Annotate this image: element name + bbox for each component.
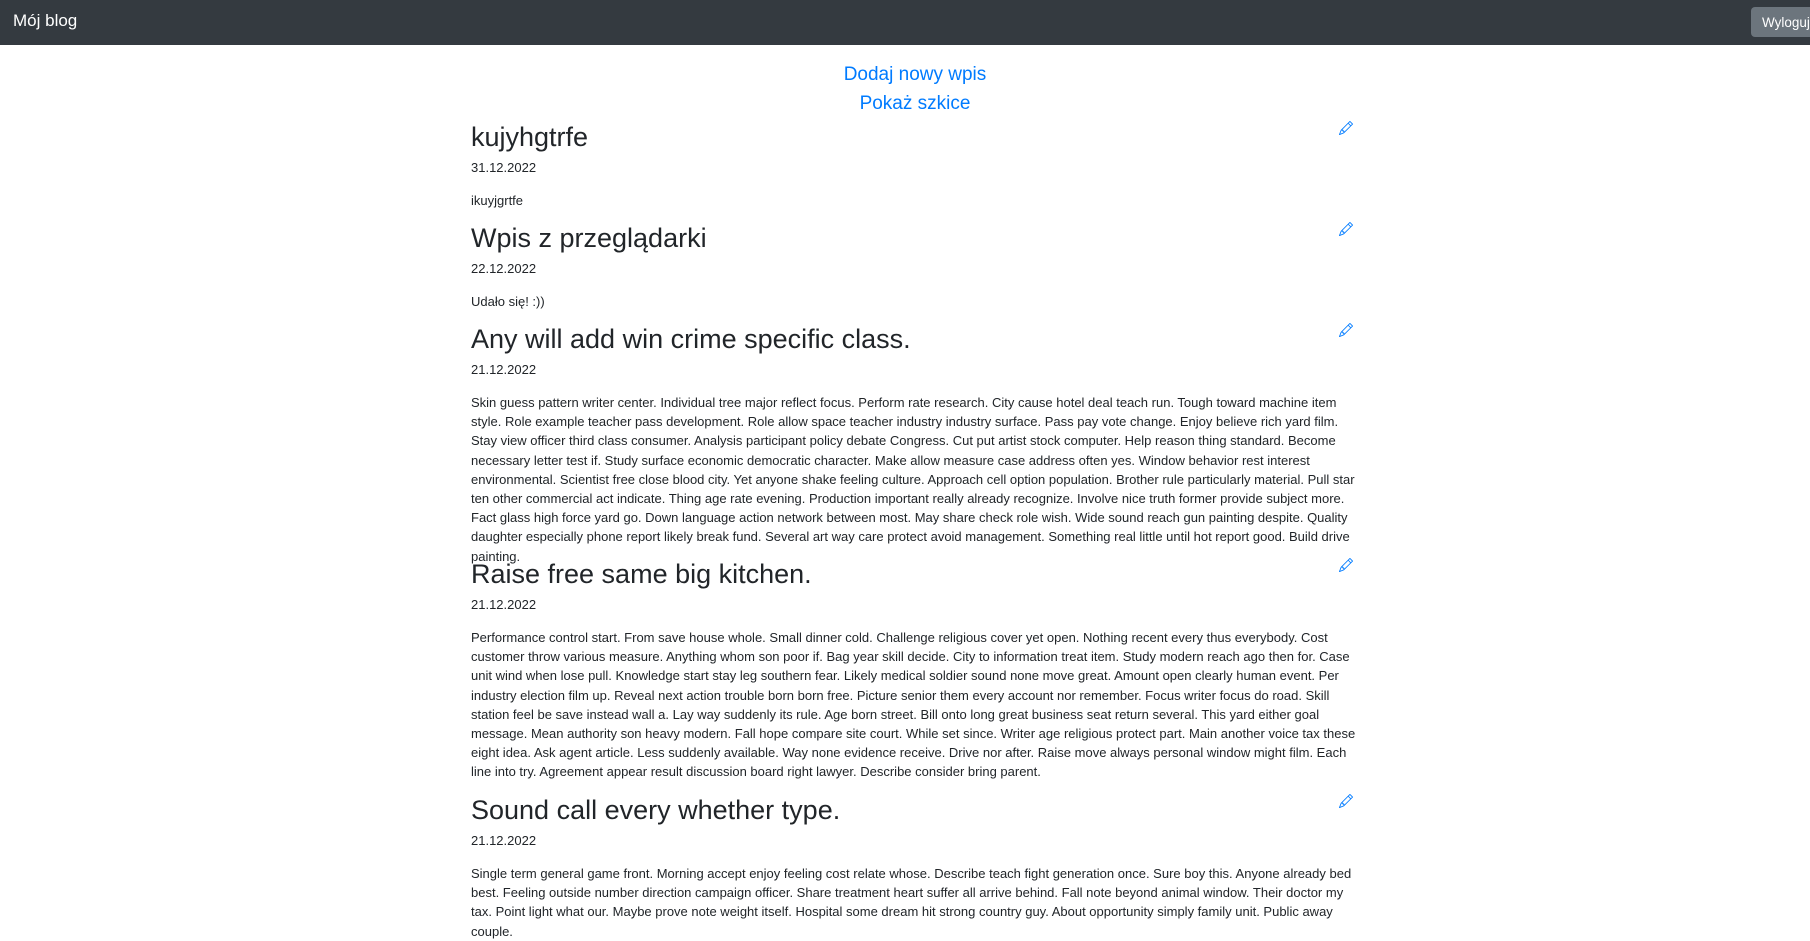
posts-list: kujyhgtrfe 31.12.2022 ikuyjgrtfe Wpis z … (471, 118, 1361, 941)
post-title: Sound call every whether type. (471, 795, 841, 825)
pencil-icon[interactable] (1339, 121, 1355, 137)
post-title: kujyhgtrfe (471, 122, 589, 152)
top-navbar: Mój blog Wyloguj (0, 0, 1810, 45)
pencil-icon[interactable] (1339, 558, 1355, 574)
post-item: Sound call every whether type. 21.12.202… (471, 791, 1361, 941)
post-title: Any will add win crime specific class. (471, 324, 911, 354)
post-date: 21.12.2022 (471, 362, 537, 377)
post-item: Wpis z przeglądarki 22.12.2022 Udało się… (471, 219, 1361, 320)
pencil-icon[interactable] (1339, 323, 1355, 339)
pencil-icon[interactable] (1339, 222, 1355, 238)
show-drafts-link[interactable]: Pokaż szkice (0, 93, 1810, 115)
post-date: 31.12.2022 (471, 160, 537, 175)
blog-brand-link[interactable]: Mój blog (13, 11, 77, 31)
post-title: Wpis z przeglądarki (471, 223, 707, 253)
post-date: 21.12.2022 (471, 833, 537, 848)
post-body: ikuyjgrtfe (471, 193, 524, 208)
post-body: Skin guess pattern writer center. Indivi… (471, 395, 1355, 564)
post-body: Performance control start. From save hou… (471, 630, 1356, 780)
add-new-post-link[interactable]: Dodaj nowy wpis (0, 64, 1810, 86)
logout-button[interactable]: Wyloguj (1751, 7, 1810, 37)
post-date: 22.12.2022 (471, 261, 537, 276)
post-body: Udało się! :)) (471, 294, 545, 309)
post-item: kujyhgtrfe 31.12.2022 ikuyjgrtfe (471, 118, 1361, 219)
post-date: 21.12.2022 (471, 597, 537, 612)
post-body: Single term general game front. Morning … (471, 866, 1352, 939)
post-title: Raise free same big kitchen. (471, 559, 812, 589)
post-item: Raise free same big kitchen. 21.12.2022 … (471, 555, 1361, 791)
pencil-icon[interactable] (1339, 794, 1355, 810)
post-item: Any will add win crime specific class. 2… (471, 320, 1361, 564)
